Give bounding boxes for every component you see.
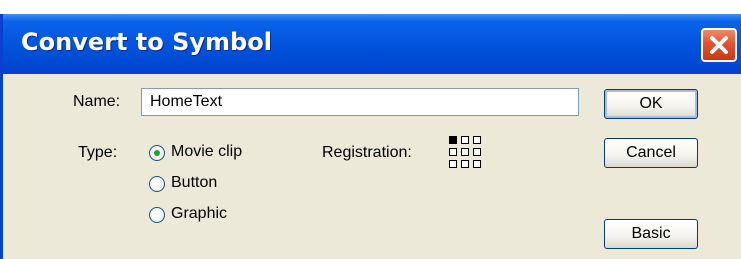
type-radio-movie-clip[interactable]: Movie clip: [149, 143, 269, 165]
registration-grid[interactable]: [449, 136, 481, 168]
type-label: Type:: [78, 144, 118, 161]
close-icon: [710, 36, 728, 54]
convert-to-symbol-dialog: Convert to Symbol Name: HomeText Type: M…: [0, 14, 741, 259]
name-input[interactable]: HomeText: [141, 88, 579, 116]
radio-circle: [149, 176, 165, 192]
type-option-label: Movie clip: [171, 143, 243, 160]
ok-button[interactable]: OK: [604, 89, 698, 119]
dialog-title: Convert to Symbol: [21, 28, 272, 56]
registration-point-top-center[interactable]: [461, 136, 469, 144]
cancel-button[interactable]: Cancel: [604, 138, 698, 168]
basic-button[interactable]: Basic: [604, 219, 698, 249]
type-option-label: Graphic: [171, 205, 228, 222]
registration-point-middle-right[interactable]: [473, 148, 481, 156]
type-radio-button[interactable]: Button: [149, 174, 249, 196]
registration-label: Registration:: [322, 144, 412, 161]
registration-point-bottom-right[interactable]: [473, 160, 481, 168]
type-radio-graphic[interactable]: Graphic: [149, 205, 249, 227]
radio-circle: [149, 207, 165, 223]
registration-point-center[interactable]: [461, 148, 469, 156]
dialog-body: Name: HomeText Type: Movie clip Button G…: [3, 74, 741, 259]
close-button[interactable]: [701, 28, 737, 62]
registration-point-middle-left[interactable]: [449, 148, 457, 156]
title-bar[interactable]: Convert to Symbol: [3, 14, 741, 74]
radio-selected-dot: [154, 150, 160, 156]
type-option-label: Button: [171, 174, 218, 191]
name-label: Name:: [73, 93, 121, 110]
radio-circle: [149, 145, 165, 161]
registration-point-bottom-center[interactable]: [461, 160, 469, 168]
registration-point-bottom-left[interactable]: [449, 160, 457, 168]
registration-point-top-left[interactable]: [449, 136, 457, 144]
registration-point-top-right[interactable]: [473, 136, 481, 144]
